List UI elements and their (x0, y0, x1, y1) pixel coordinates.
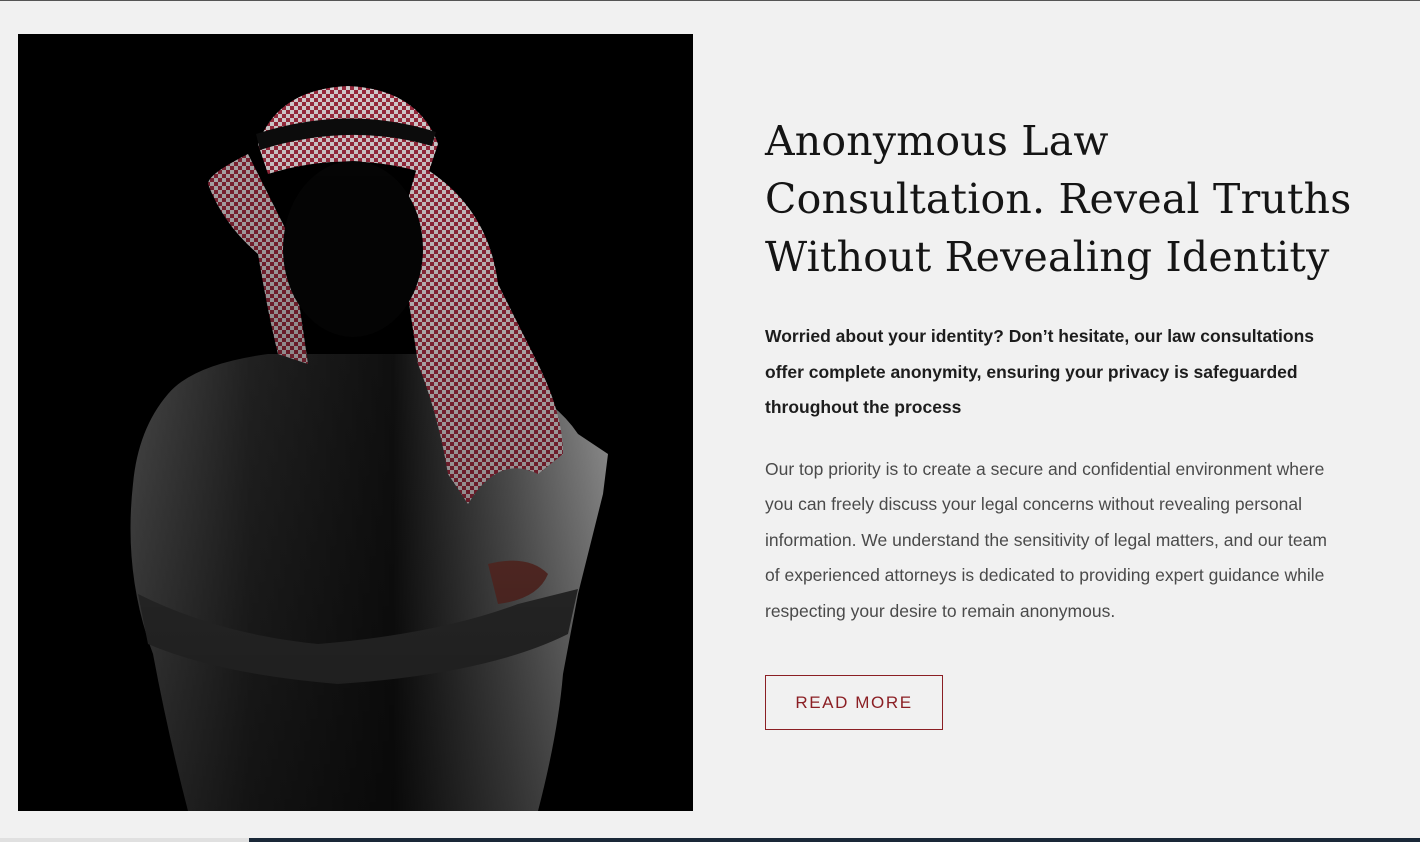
hero-photo (18, 34, 693, 811)
read-more-label: READ MORE (795, 692, 913, 712)
content-column: Anonymous Law Consultation. Reveal Truth… (765, 112, 1355, 629)
man-in-keffiyeh-silhouette-icon (18, 34, 693, 811)
read-more-button[interactable]: READ MORE (765, 675, 943, 730)
top-border (0, 0, 1420, 1)
section-heading: Anonymous Law Consultation. Reveal Truth… (765, 112, 1355, 286)
heading-line: Consultation. Reveal Truths (765, 175, 1352, 223)
footer-edge (0, 838, 1420, 842)
lead-paragraph: Worried about your identity? Don’t hesit… (765, 326, 1315, 417)
body-paragraph: Our top priority is to create a secure a… (765, 458, 1327, 621)
footer-dark-strip (249, 838, 1420, 842)
heading-line: Without Revealing Identity (765, 233, 1330, 281)
heading-line: Anonymous Law (765, 117, 1109, 165)
